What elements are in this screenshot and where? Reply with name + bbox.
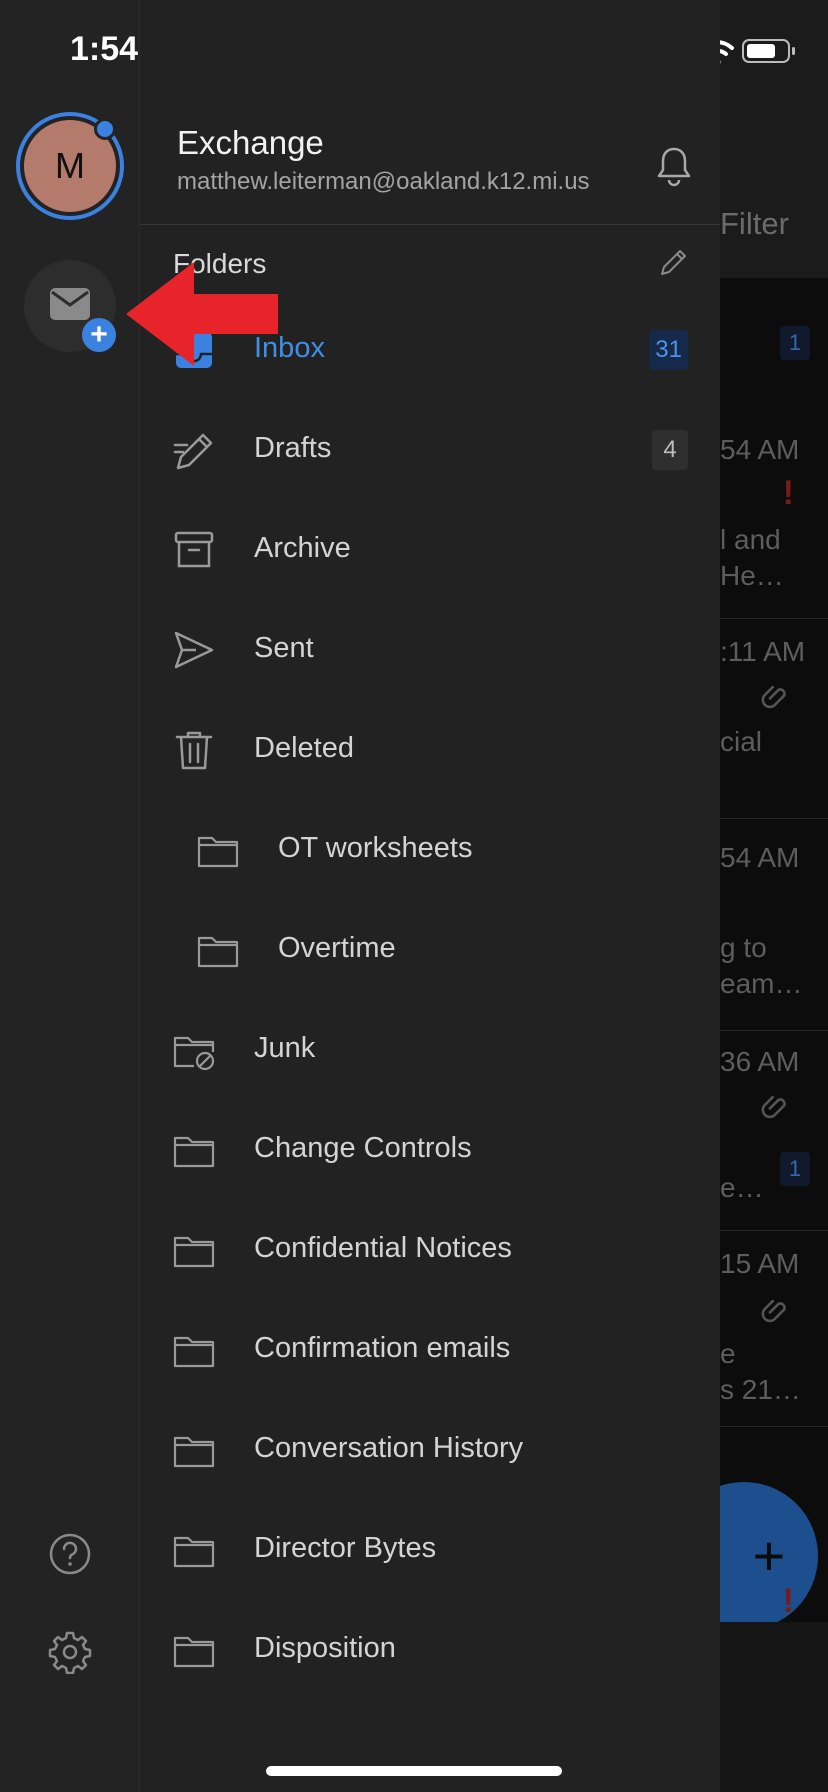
notification-dot xyxy=(94,118,116,140)
folder-change-controls[interactable]: Change Controls xyxy=(140,1100,720,1200)
trash-icon xyxy=(175,731,213,770)
flag-icon: ! xyxy=(782,1582,794,1620)
status-time: 1:54 xyxy=(70,30,139,68)
unread-count: 31 xyxy=(649,330,688,370)
folder-label: Change Controls xyxy=(254,1132,472,1164)
message-snippet: g to xyxy=(720,932,767,963)
account-avatar-button[interactable]: M xyxy=(16,112,124,220)
folder-icon xyxy=(173,1336,215,1368)
junk-icon xyxy=(173,1036,215,1071)
folder-label: Drafts xyxy=(254,432,332,464)
folder-icon xyxy=(197,936,239,968)
message-snippet: He… xyxy=(720,560,784,591)
folder-deleted[interactable]: Deleted xyxy=(140,700,720,800)
background-message-list: Filter 1 54 AM ! l and He… :11 AM cial 5… xyxy=(720,0,828,1792)
folder-drafts[interactable]: Drafts 4 xyxy=(140,400,720,500)
annotation-arrow-icon xyxy=(126,262,278,366)
folder-label: Archive xyxy=(254,532,351,564)
folder-icon xyxy=(173,1236,215,1268)
folder-label: OT worksheets xyxy=(278,832,473,864)
unread-badge: 1 xyxy=(780,326,810,360)
message-snippet: e xyxy=(720,1338,736,1369)
folder-label: Confidential Notices xyxy=(254,1232,512,1264)
home-indicator[interactable] xyxy=(266,1766,562,1776)
attachment-icon xyxy=(761,685,786,709)
folder-label: Disposition xyxy=(254,1632,396,1664)
message-time: 15 AM xyxy=(720,1248,800,1279)
background-tab-bar xyxy=(720,1622,828,1792)
message-snippet: e… xyxy=(720,1172,764,1203)
folder-disposition[interactable]: Disposition xyxy=(140,1600,720,1700)
folder-ot-worksheets[interactable]: OT worksheets xyxy=(140,800,720,900)
add-plus-icon: + xyxy=(82,318,116,352)
unread-count: 4 xyxy=(652,430,688,470)
folder-icon xyxy=(173,1636,215,1668)
message-snippet: eam… xyxy=(720,968,803,999)
message-time: :11 AM xyxy=(720,636,806,667)
settings-icon[interactable] xyxy=(48,1630,92,1674)
message-time: 54 AM xyxy=(720,842,800,873)
header-divider xyxy=(140,224,720,225)
archive-icon xyxy=(174,531,214,568)
message-snippet: s 21… xyxy=(720,1374,801,1405)
folder-director-bytes[interactable]: Director Bytes xyxy=(140,1500,720,1600)
message-time: 54 AM xyxy=(720,434,800,465)
folder-icon xyxy=(197,836,239,868)
sent-icon xyxy=(174,631,214,669)
attachment-icon xyxy=(761,1095,786,1119)
folder-icon xyxy=(173,1436,215,1468)
row-divider xyxy=(720,1230,828,1231)
account-rail: 1:54 M + xyxy=(0,0,140,1792)
unread-badge: 1 xyxy=(780,1152,810,1186)
flag-icon: ! xyxy=(782,474,794,512)
folder-label: Conversation History xyxy=(254,1432,524,1464)
filter-button: Filter xyxy=(720,206,789,241)
folder-label: Overtime xyxy=(278,932,396,964)
folder-confidential-notices[interactable]: Confidential Notices xyxy=(140,1200,720,1300)
folder-label: Deleted xyxy=(254,732,354,764)
folder-label: Director Bytes xyxy=(254,1532,437,1564)
help-icon[interactable] xyxy=(48,1532,92,1576)
folder-sent[interactable]: Sent xyxy=(140,600,720,700)
folder-junk[interactable]: Junk xyxy=(140,1000,720,1100)
mail-icon xyxy=(50,288,90,320)
folder-conversation-history[interactable]: Conversation History xyxy=(140,1400,720,1500)
edit-icon[interactable] xyxy=(656,246,690,280)
message-snippet: l and xyxy=(720,524,781,555)
row-divider xyxy=(720,1030,828,1031)
folder-icon xyxy=(173,1536,215,1568)
folder-label: Sent xyxy=(254,632,314,664)
attachment-icon xyxy=(761,1299,786,1323)
account-email: matthew.leiterman@oakland.k12.mi.us xyxy=(177,168,590,195)
account-name: Exchange xyxy=(177,124,324,161)
folder-label: Confirmation emails xyxy=(254,1332,511,1364)
compose-plus-icon: + xyxy=(752,1524,786,1587)
message-snippet: cial xyxy=(720,726,763,757)
folder-icon xyxy=(173,1136,215,1168)
folder-confirmation-emails[interactable]: Confirmation emails xyxy=(140,1300,720,1400)
drafts-icon xyxy=(173,433,213,470)
bell-icon[interactable] xyxy=(652,144,696,188)
row-divider xyxy=(720,818,828,819)
folder-overtime[interactable]: Overtime xyxy=(140,900,720,1000)
row-divider xyxy=(720,618,828,619)
message-time: 36 AM xyxy=(720,1046,800,1077)
folder-label: Junk xyxy=(254,1032,316,1064)
battery-icon xyxy=(742,39,795,63)
row-divider xyxy=(720,1426,828,1427)
folder-archive[interactable]: Archive xyxy=(140,500,720,600)
